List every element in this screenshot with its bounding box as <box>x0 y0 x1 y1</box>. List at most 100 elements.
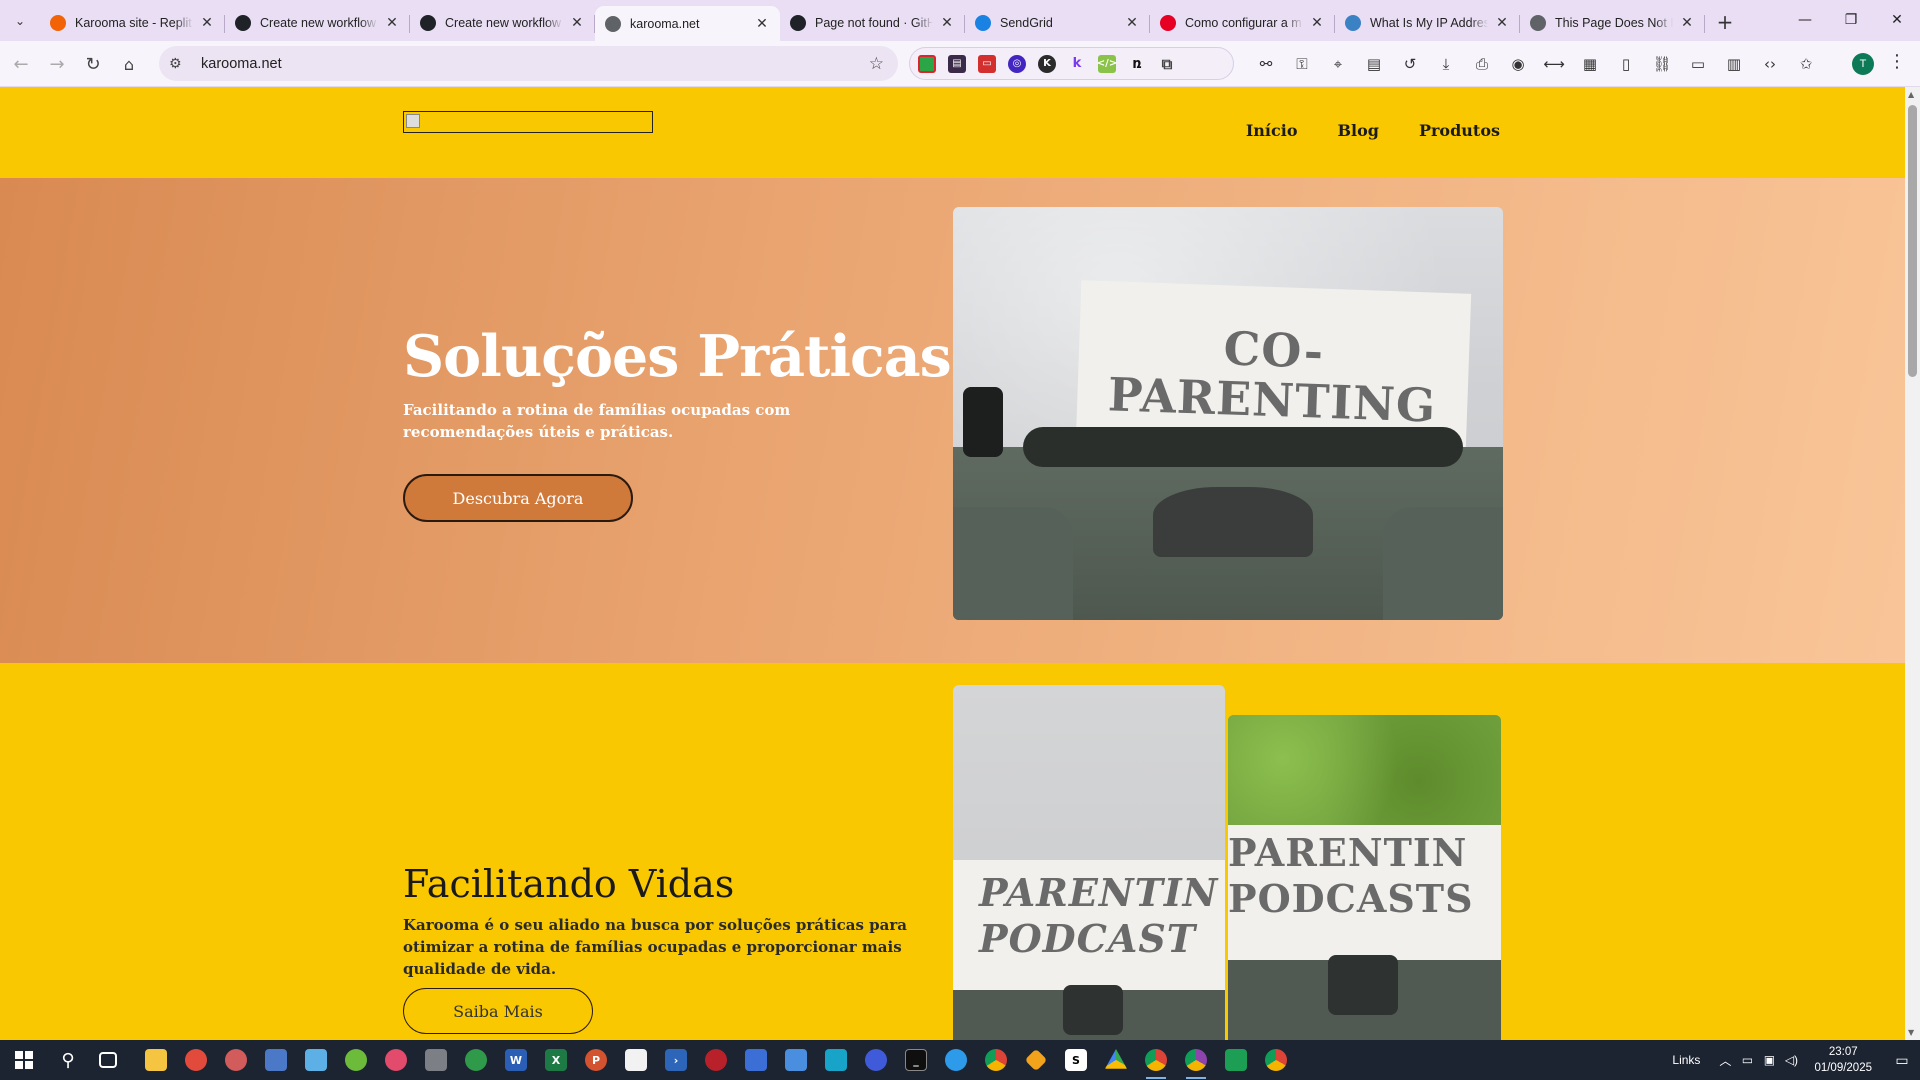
qr-code-icon[interactable]: ▦ <box>1576 49 1604 79</box>
extension-red-square-icon[interactable]: ▭ <box>978 54 996 73</box>
app-blue-doc-icon[interactable] <box>776 1040 816 1080</box>
link-icon[interactable]: ⛓ <box>1648 49 1676 79</box>
nav-link[interactable]: Início <box>1246 121 1298 140</box>
profile-avatar[interactable]: T <box>1852 53 1874 75</box>
broken-logo-image[interactable] <box>403 111 653 133</box>
app-green-leaf-icon[interactable] <box>456 1040 496 1080</box>
battery-icon[interactable]: ▭ <box>1736 1053 1758 1067</box>
tab-close-icon[interactable]: ✕ <box>1309 15 1325 31</box>
chrome-icon[interactable] <box>976 1040 1016 1080</box>
back-arrow-icon[interactable]: ← <box>6 49 36 79</box>
reading-mode-icon[interactable]: ▯ <box>1612 49 1640 79</box>
bookmarks-icon[interactable]: ✩ <box>1792 49 1820 79</box>
browser-tab[interactable]: Page not found · GitHub ✕ <box>780 6 965 39</box>
browser-tab[interactable]: Como configurar a m ✕ <box>1150 6 1335 39</box>
notes-icon[interactable] <box>296 1040 336 1080</box>
clock[interactable]: 23:07 01/09/2025 <box>1814 1044 1872 1076</box>
tab-close-icon[interactable]: ✕ <box>754 16 770 32</box>
file-explorer-icon[interactable] <box>136 1040 176 1080</box>
tab-close-icon[interactable]: ✕ <box>384 15 400 31</box>
browser-tab[interactable]: Create new workflow ✕ <box>225 6 410 39</box>
forward-arrow-icon[interactable]: → <box>42 49 72 79</box>
reload-icon[interactable]: ↻ <box>78 49 108 79</box>
app-blue-bird-icon[interactable] <box>936 1040 976 1080</box>
browser-tab[interactable]: Karooma site - Replit ✕ <box>40 6 225 39</box>
google-drive-icon[interactable] <box>1096 1040 1136 1080</box>
password-key-icon[interactable]: ⚿ <box>1288 49 1316 79</box>
scroll-up-icon[interactable]: ▲ <box>1908 90 1914 99</box>
chrome-profile-1-icon[interactable] <box>1136 1040 1176 1080</box>
extension-k-icon[interactable]: K <box>1038 54 1056 73</box>
app-diamond-icon[interactable] <box>1016 1040 1056 1080</box>
extension-red-green-icon[interactable] <box>918 54 936 73</box>
app-teal-doc-icon[interactable] <box>816 1040 856 1080</box>
excel-icon[interactable]: X <box>536 1040 576 1080</box>
new-tab-plus-icon[interactable]: + <box>1711 8 1739 36</box>
extensions-puzzle-icon[interactable]: ⧉ <box>1158 55 1176 73</box>
extension-keyboard-icon[interactable]: ▤ <box>948 54 966 73</box>
app-black-square-icon[interactable]: S <box>1056 1040 1096 1080</box>
volume-icon[interactable]: ◁) <box>1780 1053 1802 1067</box>
restore-icon[interactable]: ❐ <box>1828 0 1874 40</box>
browser-tab[interactable]: This Page Does Not E ✕ <box>1520 6 1705 39</box>
screenshot-icon[interactable]: ◉ <box>1504 49 1532 79</box>
terminal-icon[interactable]: _ <box>896 1040 936 1080</box>
app-red-bug-icon[interactable] <box>696 1040 736 1080</box>
page-scrollbar[interactable]: ▲ ▼ <box>1905 87 1920 1040</box>
powerpoint-icon[interactable]: P <box>576 1040 616 1080</box>
tab-close-icon[interactable]: ✕ <box>569 15 585 31</box>
app-green-ball-icon[interactable] <box>336 1040 376 1080</box>
reading-list-icon[interactable]: ▤ <box>1360 49 1388 79</box>
microphone-icon[interactable] <box>416 1040 456 1080</box>
notifications-icon[interactable]: ▭ <box>1884 1052 1920 1069</box>
bookmark-star-icon[interactable]: ☆ <box>869 54 884 74</box>
app-cloud-icon[interactable] <box>216 1040 256 1080</box>
chrome-profile-2-icon[interactable] <box>1176 1040 1216 1080</box>
nav-link[interactable]: Produtos <box>1419 121 1500 140</box>
location-pin-icon[interactable]: ⌖ <box>1324 49 1352 79</box>
windows-start-icon[interactable] <box>0 1040 48 1080</box>
learn-more-button[interactable]: Saiba Mais <box>403 988 593 1034</box>
app-red-swirl-icon[interactable] <box>376 1040 416 1080</box>
blank-file-icon[interactable] <box>616 1040 656 1080</box>
tab-close-icon[interactable]: ✕ <box>199 15 215 31</box>
menu-kebab-icon[interactable]: ⋮ <box>1888 51 1906 72</box>
task-view-icon[interactable] <box>88 1040 128 1080</box>
translate-icon[interactable]: ⟷ <box>1540 49 1568 79</box>
extension-n-icon[interactable]: ռ <box>1128 55 1146 73</box>
app-red-arrow-icon[interactable] <box>176 1040 216 1080</box>
word-icon[interactable]: W <box>496 1040 536 1080</box>
history-icon[interactable]: ↺ <box>1396 49 1424 79</box>
cast-icon[interactable]: ▭ <box>1684 49 1712 79</box>
tab-search-chevron-icon[interactable]: ⌄ <box>8 9 32 33</box>
search-icon[interactable]: ⚲ <box>48 1040 88 1080</box>
scrollbar-thumb[interactable] <box>1908 105 1917 377</box>
extension-kp-icon[interactable]: k <box>1068 55 1086 73</box>
tab-close-icon[interactable]: ✕ <box>1494 15 1510 31</box>
links-toolbar[interactable]: Links <box>1672 1053 1700 1067</box>
chrome-profile-3-icon[interactable] <box>1256 1040 1296 1080</box>
extension-green-code-icon[interactable]: </> <box>1097 54 1117 73</box>
browser-tab[interactable]: karooma.net ✕ <box>595 6 780 41</box>
network-icon[interactable]: ▣ <box>1758 1053 1780 1067</box>
site-info-icon[interactable]: ⚙ <box>169 56 189 72</box>
app-blue-circle-icon[interactable] <box>856 1040 896 1080</box>
minimize-icon[interactable]: — <box>1782 0 1828 40</box>
home-icon[interactable]: ⌂ <box>114 49 144 79</box>
app-blue-gear-icon[interactable] <box>736 1040 776 1080</box>
powershell-icon[interactable]: › <box>656 1040 696 1080</box>
tab-close-icon[interactable]: ✕ <box>1679 15 1695 31</box>
tab-close-icon[interactable]: ✕ <box>939 15 955 31</box>
address-bar[interactable]: ⚙ karooma.net ☆ <box>159 46 898 81</box>
table-icon[interactable]: ▥ <box>1720 49 1748 79</box>
calculator-icon[interactable] <box>256 1040 296 1080</box>
print-icon[interactable]: ⎙ <box>1468 49 1496 79</box>
tab-close-icon[interactable]: ✕ <box>1124 15 1140 31</box>
browser-tab[interactable]: SendGrid ✕ <box>965 6 1150 39</box>
app-green-shield-icon[interactable] <box>1216 1040 1256 1080</box>
url-text[interactable]: karooma.net <box>201 56 869 72</box>
browser-tab[interactable]: What Is My IP Address ✕ <box>1335 6 1520 39</box>
nav-link[interactable]: Blog <box>1338 121 1379 140</box>
download-icon[interactable]: ⤓ <box>1432 49 1460 79</box>
incognito-icon[interactable]: ⚯ <box>1252 49 1280 79</box>
